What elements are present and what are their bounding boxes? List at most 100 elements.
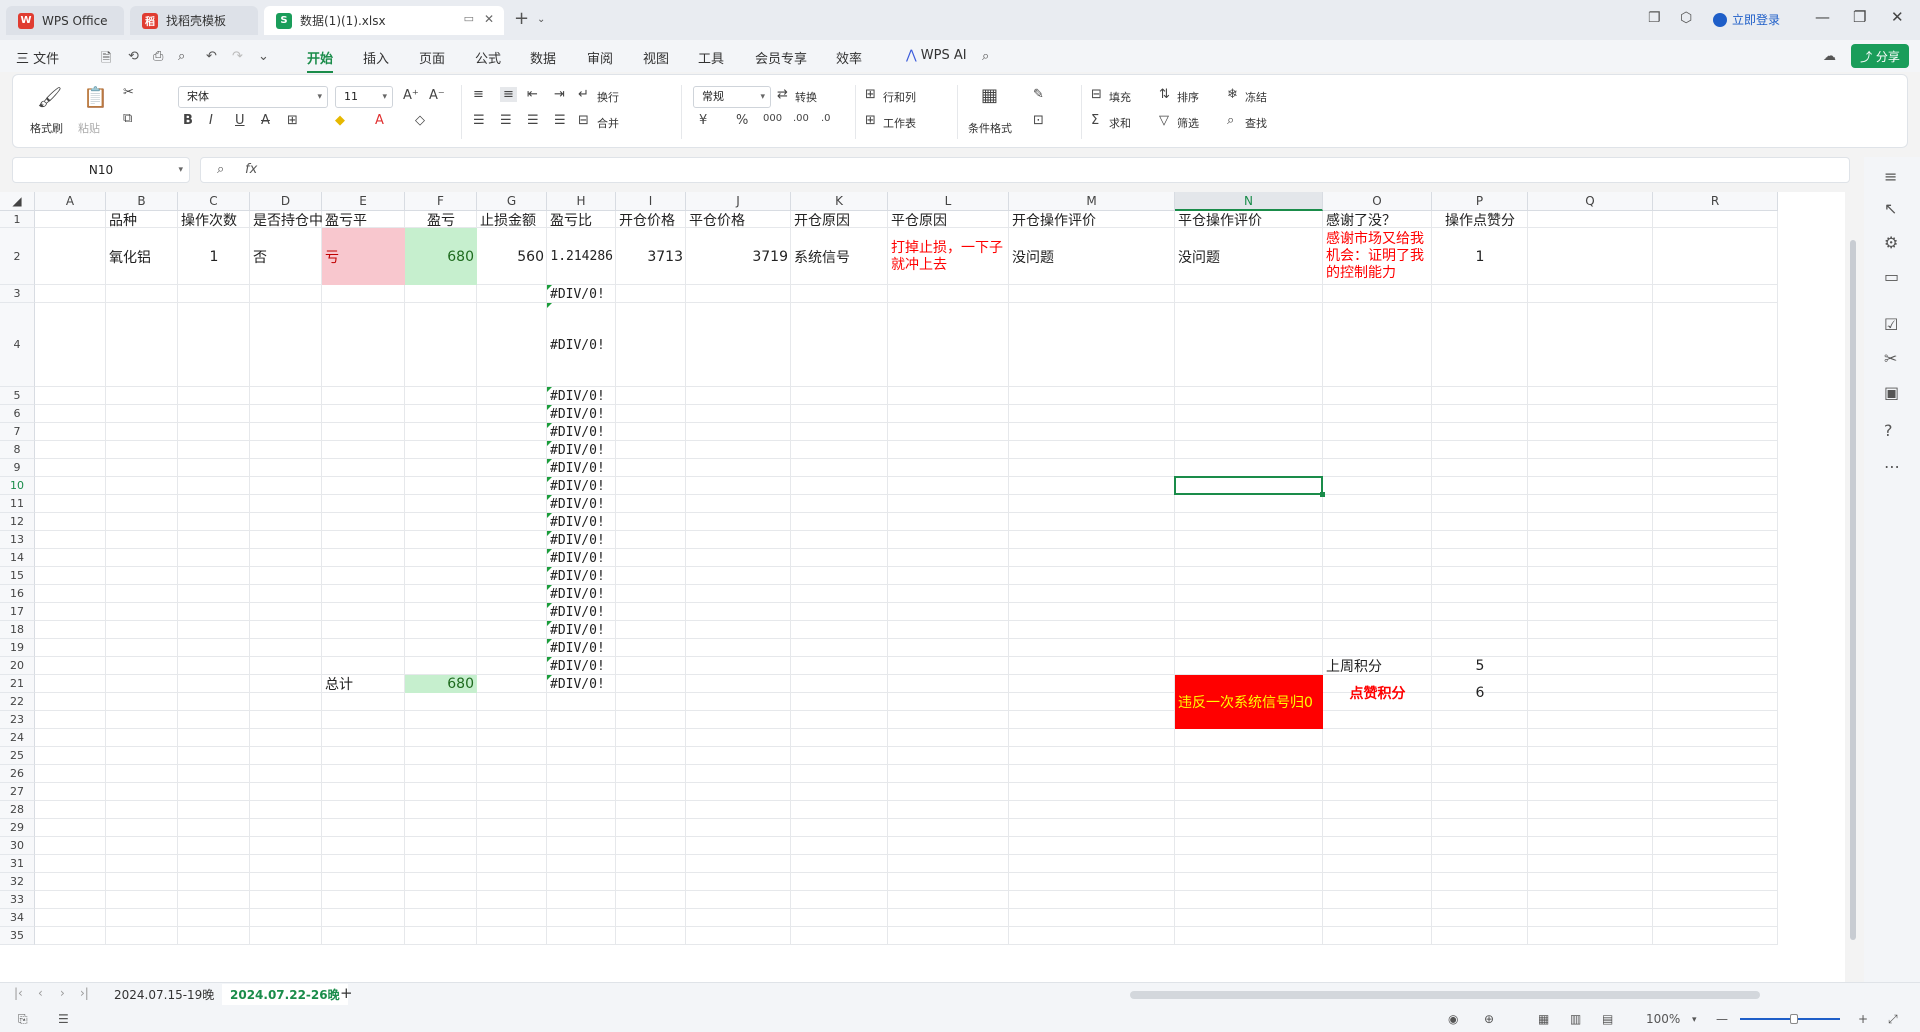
cut-icon[interactable]: ✂ xyxy=(123,85,134,100)
formula-input[interactable]: ⌕ fx xyxy=(200,157,1850,183)
column-header[interactable]: A xyxy=(35,192,106,211)
header-cell[interactable]: 盈亏比 xyxy=(547,211,616,229)
row-header[interactable]: 10 xyxy=(0,477,35,495)
row-header[interactable]: 19 xyxy=(0,639,35,657)
book-icon[interactable]: ▣ xyxy=(1884,383,1899,402)
align-right-icon[interactable]: ☰ xyxy=(527,113,539,128)
search-icon[interactable]: ⌕ xyxy=(982,49,989,64)
row-header[interactable]: 21 xyxy=(0,675,35,693)
div-error-cell[interactable]: #DIV/0! xyxy=(547,675,616,693)
column-header[interactable]: B xyxy=(106,192,178,211)
fill-icon[interactable]: ⊟ xyxy=(1091,87,1102,102)
menu-review[interactable]: 审阅 xyxy=(587,48,613,67)
zoom-level[interactable]: 100% xyxy=(1646,1012,1680,1026)
row-header[interactable]: 2 xyxy=(0,228,35,285)
total-profit-cell[interactable]: 680 xyxy=(405,675,477,693)
worksheet-label[interactable]: 工作表 xyxy=(883,115,916,131)
div-error-cell[interactable]: #DIV/0! xyxy=(547,585,616,603)
new-tab-icon[interactable]: + xyxy=(514,8,529,29)
merge-label[interactable]: 合并 xyxy=(597,115,619,131)
column-header[interactable]: L xyxy=(888,192,1009,211)
div-error-cell[interactable]: #DIV/0! xyxy=(547,459,616,477)
row-header[interactable]: 4 xyxy=(0,303,35,387)
cell-n2[interactable]: 没问题 xyxy=(1175,228,1323,285)
cell-g2[interactable]: 560 xyxy=(477,228,547,285)
minimize-icon[interactable]: — xyxy=(1815,8,1830,26)
row-header[interactable]: 34 xyxy=(0,909,35,927)
print-preview-icon[interactable]: ⌕ xyxy=(178,49,185,64)
paste-label[interactable]: 粘贴 xyxy=(78,120,100,136)
header-cell[interactable]: 开仓操作评价 xyxy=(1009,211,1175,229)
select-all-corner[interactable]: ◢ xyxy=(0,192,35,211)
div-error-cell[interactable]: #DIV/0! xyxy=(547,495,616,513)
align-middle-icon[interactable]: ≡ xyxy=(500,87,517,102)
close-reason-cell[interactable]: 打掉止损，一下子就冲上去 xyxy=(888,228,1009,285)
header-cell[interactable]: 平仓原因 xyxy=(888,211,1009,229)
tools-icon[interactable]: ✂ xyxy=(1884,349,1897,368)
div-error-cell[interactable]: #DIV/0! xyxy=(547,285,616,303)
row-header[interactable]: 11 xyxy=(0,495,35,513)
wrap-icon[interactable]: ↵ xyxy=(578,87,589,102)
thanks-cell[interactable]: 感谢市场又给我机会：证明了我的控制能力 xyxy=(1323,228,1432,285)
thousands-icon[interactable]: 000 xyxy=(763,113,782,124)
align-center-icon[interactable]: ☰ xyxy=(500,113,512,128)
cell-d2[interactable]: 否 xyxy=(250,228,322,285)
number-format-select[interactable]: 常规 ▾ xyxy=(693,86,771,108)
cell-h2[interactable]: 1.214286 xyxy=(547,228,616,285)
page-layout-icon[interactable]: ▥ xyxy=(1570,1012,1581,1026)
filter-label[interactable]: 筛选 xyxy=(1177,115,1199,131)
cell-k2[interactable]: 系统信号 xyxy=(791,228,888,285)
rule-violation-cell[interactable]: 违反一次系统信号归0 xyxy=(1175,675,1323,729)
div-error-cell[interactable]: #DIV/0! xyxy=(547,531,616,549)
fill-handle[interactable] xyxy=(1320,492,1325,497)
row-header[interactable]: 7 xyxy=(0,423,35,441)
increase-font-icon[interactable]: A⁺ xyxy=(403,88,419,103)
row-header[interactable]: 35 xyxy=(0,927,35,945)
row-header[interactable]: 25 xyxy=(0,747,35,765)
select-cursor-icon[interactable]: ↖ xyxy=(1884,199,1897,218)
row-header[interactable]: 30 xyxy=(0,837,35,855)
cloud-icon[interactable]: ☁ xyxy=(1823,49,1836,64)
more-chevron-icon[interactable]: ⌄ xyxy=(258,49,269,64)
indent-decrease-icon[interactable]: ⇤ xyxy=(527,87,538,102)
tab-list-chevron-icon[interactable]: ⌄ xyxy=(537,14,545,25)
align-left-icon[interactable]: ☰ xyxy=(473,113,485,128)
paste-icon[interactable]: 📋 xyxy=(83,85,108,109)
redo-icon[interactable]: ↷ xyxy=(232,49,243,64)
div-error-cell[interactable]: #DIV/0! xyxy=(547,405,616,423)
menu-tools[interactable]: 工具 xyxy=(698,48,724,67)
header-cell[interactable]: 平仓价格 xyxy=(686,211,791,229)
menu-home[interactable]: 开始 xyxy=(307,48,334,73)
header-cell[interactable]: 盈亏 xyxy=(405,211,477,229)
header-cell[interactable]: 操作次数 xyxy=(178,211,250,229)
column-header[interactable]: I xyxy=(616,192,686,211)
convert-icon[interactable]: ⇄ xyxy=(777,87,788,102)
share-button[interactable]: ⤴ 分享 xyxy=(1851,44,1909,68)
variety-cell[interactable]: 氧化铝 xyxy=(106,228,178,285)
header-cell[interactable]: 开仓原因 xyxy=(791,211,888,229)
maximize-icon[interactable]: ❐ xyxy=(1853,8,1866,26)
row-header[interactable]: 14 xyxy=(0,549,35,567)
add-sheet-icon[interactable]: + xyxy=(340,984,353,1002)
sum-icon[interactable]: Σ xyxy=(1091,113,1099,128)
row-header[interactable]: 16 xyxy=(0,585,35,603)
row-header[interactable]: 20 xyxy=(0,657,35,675)
sum-label[interactable]: 求和 xyxy=(1109,115,1131,131)
profit-loss-flag-cell[interactable]: 亏 xyxy=(322,228,405,285)
row-header[interactable]: 32 xyxy=(0,873,35,891)
last-sheet-icon[interactable]: ›| xyxy=(80,986,89,1000)
tab-spreadsheet[interactable]: S 数据(1)(1).xlsx ▭ ✕ xyxy=(264,6,504,35)
column-header[interactable]: N xyxy=(1175,192,1323,211)
like-points-value[interactable]: 6 xyxy=(1432,675,1528,711)
row-header[interactable]: 6 xyxy=(0,405,35,423)
cell-p2[interactable]: 1 xyxy=(1432,228,1528,285)
row-header[interactable]: 12 xyxy=(0,513,35,531)
conditional-format-label[interactable]: 条件格式 xyxy=(968,120,1012,136)
indent-increase-icon[interactable]: ⇥ xyxy=(554,87,565,102)
div-error-cell[interactable]: #DIV/0! xyxy=(547,621,616,639)
fill-label[interactable]: 填充 xyxy=(1109,89,1131,105)
column-header[interactable]: D xyxy=(250,192,322,211)
menu-insert[interactable]: 插入 xyxy=(363,48,389,67)
row-header[interactable]: 23 xyxy=(0,711,35,729)
row-header[interactable]: 26 xyxy=(0,765,35,783)
